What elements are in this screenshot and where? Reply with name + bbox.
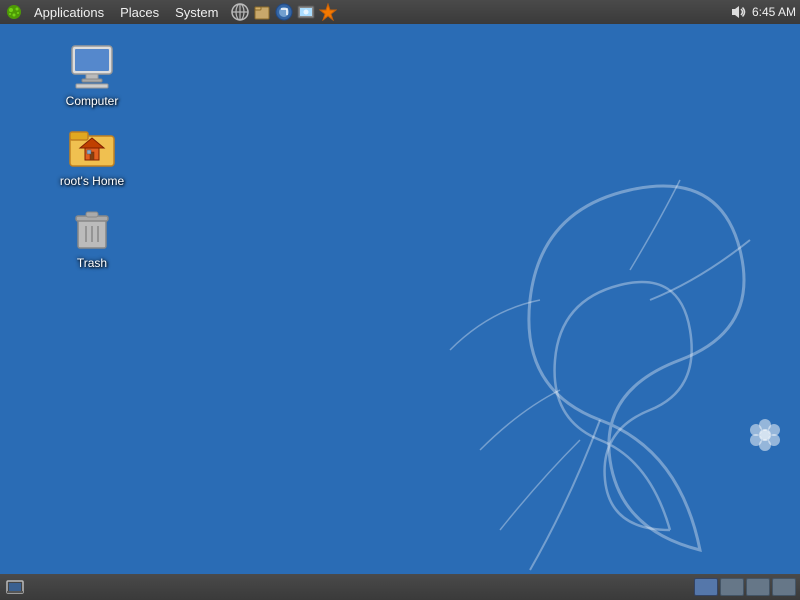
roots-home-icon[interactable]: root's Home (52, 118, 132, 192)
trash-icon-image (68, 204, 116, 252)
system-menu[interactable]: System (167, 3, 226, 22)
trash-icon[interactable]: Trash (52, 200, 132, 274)
workspace-2[interactable] (720, 578, 744, 596)
menubar-toolbar-icons (230, 2, 338, 22)
menubar: Applications Places System (0, 0, 800, 24)
volume-icon[interactable] (730, 4, 746, 20)
applications-menu[interactable]: Applications (26, 3, 112, 22)
computer-icon-label: Computer (66, 94, 119, 108)
roots-home-icon-image (68, 122, 116, 170)
places-menu[interactable]: Places (112, 3, 167, 22)
workspace-3[interactable] (746, 578, 770, 596)
taskbar (0, 574, 800, 600)
show-desktop-button[interactable] (4, 576, 26, 598)
browser-icon[interactable] (274, 2, 294, 22)
workspace-4[interactable] (772, 578, 796, 596)
screenshot-icon[interactable] (296, 2, 316, 22)
menubar-left: Applications Places System (4, 2, 730, 22)
desktop-background-decoration (300, 100, 800, 600)
clock[interactable]: 6:45 AM (752, 5, 796, 19)
package-icon[interactable] (318, 2, 338, 22)
files-icon[interactable] (252, 2, 272, 22)
desktop: Applications Places System (0, 0, 800, 600)
trash-icon-label: Trash (77, 256, 107, 270)
roots-home-icon-label: root's Home (60, 174, 124, 188)
workspace-1[interactable] (694, 578, 718, 596)
gnome-logo[interactable] (4, 2, 24, 22)
taskbar-left (4, 576, 26, 598)
network-icon[interactable] (230, 2, 250, 22)
menubar-right: 6:45 AM (730, 4, 796, 20)
computer-icon-image (68, 42, 116, 90)
workspace-switcher (694, 578, 796, 596)
computer-icon[interactable]: Computer (52, 38, 132, 112)
